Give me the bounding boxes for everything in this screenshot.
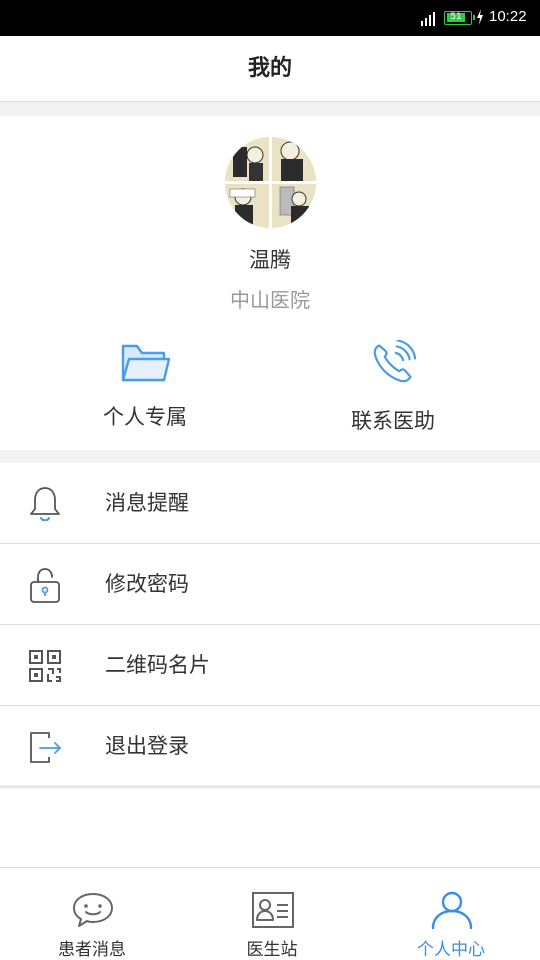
menu-item-label: 二维码名片 <box>105 653 210 677</box>
folder-icon <box>121 344 170 382</box>
tab-label: 个人中心 <box>417 940 485 960</box>
qr-code-icon <box>29 650 61 682</box>
user-name: 温腾 <box>249 248 291 272</box>
menu-item-logout[interactable]: 退出登录 <box>0 706 540 787</box>
status-bar: 51 10:22 <box>0 0 540 36</box>
hospital-name: 中山医院 <box>230 288 310 312</box>
logout-icon <box>30 732 61 763</box>
battery-level: 51 <box>447 13 465 22</box>
menu-item-label: 退出登录 <box>105 734 189 758</box>
settings-menu: 消息提醒 修改密码 二维码名片 退出登录 <box>0 463 540 787</box>
profile-card: 温腾 中山医院 个人专属 联系医助 <box>0 116 540 450</box>
menu-item-qr-card[interactable]: 二维码名片 <box>0 625 540 706</box>
chat-bubble-icon <box>73 893 113 927</box>
page-title: 我的 <box>0 36 540 102</box>
tab-label: 医生站 <box>246 940 298 960</box>
menu-item-label: 修改密码 <box>105 572 189 596</box>
battery-icon: 51 <box>444 11 475 25</box>
tab-doctor-station[interactable]: 医生站 <box>182 868 362 960</box>
id-card-icon <box>252 892 294 928</box>
personal-exclusive-button[interactable]: 个人专属 <box>50 340 240 440</box>
lock-icon <box>30 568 60 603</box>
contact-assistant-label: 联系医助 <box>351 409 435 433</box>
signal-icon <box>421 12 435 26</box>
bell-icon <box>30 487 60 522</box>
avatar[interactable] <box>225 137 316 228</box>
user-icon <box>431 891 473 930</box>
personal-exclusive-label: 个人专属 <box>103 405 187 429</box>
menu-item-notifications[interactable]: 消息提醒 <box>0 463 540 544</box>
tab-personal-center[interactable]: 个人中心 <box>361 868 540 960</box>
tab-label: 患者消息 <box>58 940 126 960</box>
avatar-image <box>225 137 316 228</box>
content-spacer <box>0 789 540 868</box>
menu-item-label: 消息提醒 <box>105 491 189 515</box>
phone-icon <box>373 340 417 383</box>
charging-icon <box>477 9 483 25</box>
tab-patient-messages[interactable]: 患者消息 <box>2 868 182 960</box>
menu-item-change-password[interactable]: 修改密码 <box>0 544 540 625</box>
bottom-tab-bar: 患者消息 医生站 个人中心 <box>0 867 540 960</box>
clock: 10:22 <box>489 8 527 25</box>
contact-assistant-button[interactable]: 联系医助 <box>298 340 488 440</box>
